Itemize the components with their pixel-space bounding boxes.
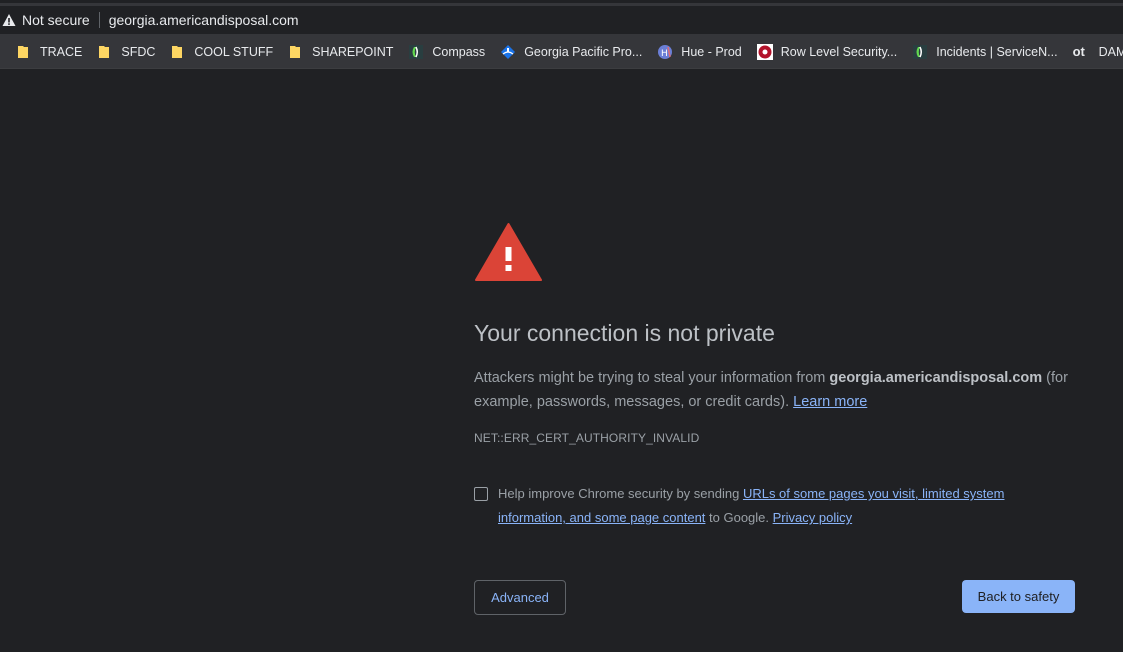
advanced-button[interactable]: Advanced xyxy=(474,580,566,615)
bookmark-sfdc[interactable]: SFDC xyxy=(97,38,155,66)
bookmark-label: Row Level Security... xyxy=(780,45,898,59)
bookmark-hue-prod[interactable]: H Hue - Prod xyxy=(657,38,742,66)
warning-triangle-icon[interactable] xyxy=(2,13,16,27)
explanation-text: Attackers might be trying to steal your … xyxy=(474,366,1075,414)
bookmark-trace[interactable]: TRACE xyxy=(16,38,82,66)
explanation-prefix: Attackers might be trying to steal your … xyxy=(474,370,830,386)
page-title: Your connection is not private xyxy=(474,320,775,346)
optin-prefix: Help improve Chrome security by sending xyxy=(498,486,743,501)
bookmark-sharepoint[interactable]: SHAREPOINT xyxy=(288,38,393,66)
warning-triangle-icon xyxy=(475,222,542,286)
privacy-policy-link[interactable]: Privacy policy xyxy=(773,510,852,525)
address-bar: Not secure georgia.americandisposal.com xyxy=(0,0,1123,36)
folder-icon xyxy=(16,44,32,60)
bookmark-label: Compass xyxy=(432,45,486,59)
bookmark-label: Georgia Pacific Pro... xyxy=(524,45,643,59)
omnibox[interactable]: Not secure georgia.americandisposal.com xyxy=(0,6,1123,34)
error-code: NET::ERR_CERT_AUTHORITY_INVALID xyxy=(474,431,700,445)
explanation-host: georgia.americandisposal.com xyxy=(829,370,1043,386)
optin-checkbox[interactable] xyxy=(474,487,488,501)
bookmark-label: DAM xyxy=(1098,45,1123,59)
hue-icon: H xyxy=(657,44,673,60)
ot-icon: ot xyxy=(1072,44,1085,59)
folder-icon xyxy=(288,44,304,60)
omnibox-divider xyxy=(98,12,100,28)
bookmark-label: TRACE xyxy=(40,45,83,59)
red-circle-icon xyxy=(756,44,773,60)
bookmark-georgia-pacific[interactable]: Georgia Pacific Pro... xyxy=(500,38,642,66)
gp-logo-icon xyxy=(500,44,516,60)
bookmark-incidents-servicenow[interactable]: Incidents | ServiceN... xyxy=(912,38,1058,66)
learn-more-link[interactable]: Learn more xyxy=(793,394,867,410)
optin-middle: to Google. xyxy=(705,510,773,525)
bookmark-label: Hue - Prod xyxy=(681,45,742,59)
bookmark-label: SHAREPOINT xyxy=(312,45,394,59)
folder-icon xyxy=(170,44,186,60)
bookmark-label: Incidents | ServiceN... xyxy=(936,45,1058,59)
bookmarks-bar: TRACE SFDC COOL STUFF SHAREPOINT Compass… xyxy=(0,36,1123,69)
servicenow-icon xyxy=(408,44,424,60)
bookmark-label: COOL STUFF xyxy=(194,45,274,59)
folder-icon xyxy=(97,44,113,60)
bookmark-compass[interactable]: Compass xyxy=(408,38,485,66)
bookmark-label: SFDC xyxy=(121,45,156,59)
servicenow-icon xyxy=(912,44,928,60)
optin-text: Help improve Chrome security by sending … xyxy=(498,482,1038,530)
url-text[interactable]: georgia.americandisposal.com xyxy=(109,12,299,28)
bookmark-dam[interactable]: ot DAM xyxy=(1073,38,1123,66)
not-secure-label[interactable]: Not secure xyxy=(22,12,90,28)
back-to-safety-button[interactable]: Back to safety xyxy=(962,580,1075,613)
svg-text:H: H xyxy=(661,49,668,59)
bookmark-cool-stuff[interactable]: COOL STUFF xyxy=(170,38,273,66)
bookmark-row-level-security[interactable]: Row Level Security... xyxy=(756,38,898,66)
